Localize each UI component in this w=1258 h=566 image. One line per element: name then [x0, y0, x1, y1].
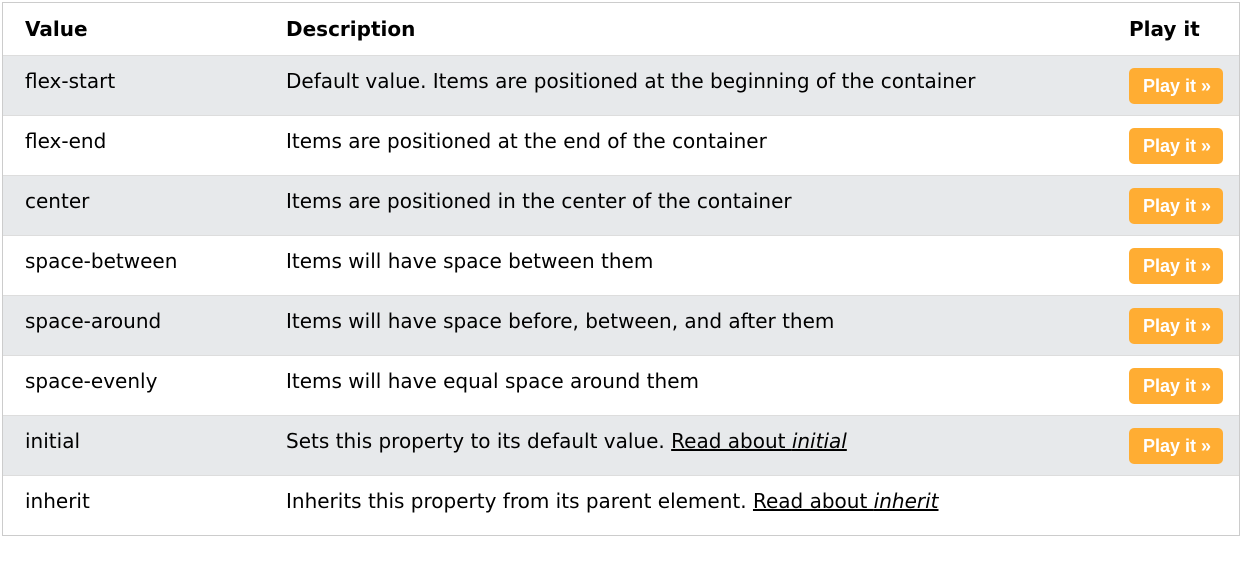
table-row: flex-start Default value. Items are posi…	[3, 55, 1239, 115]
play-it-button[interactable]: Play it »	[1129, 67, 1224, 104]
play-it-button[interactable]: Play it »	[1129, 307, 1224, 344]
row-value: space-between	[3, 235, 264, 295]
row-description: Items will have space between them	[264, 235, 1125, 295]
row-value: space-around	[3, 295, 264, 355]
play-it-button[interactable]: Play it »	[1129, 367, 1224, 404]
table-row: initial Sets this property to its defaul…	[3, 415, 1239, 475]
empty-play-cell	[1125, 475, 1239, 535]
row-value: inherit	[3, 475, 264, 535]
row-value: flex-end	[3, 115, 264, 175]
read-about-link-term: initial	[791, 428, 847, 453]
table-row: flex-end Items are positioned at the end…	[3, 115, 1239, 175]
row-description: Default value. Items are positioned at t…	[264, 55, 1125, 115]
table-row: center Items are positioned in the cente…	[3, 175, 1239, 235]
play-it-button[interactable]: Play it »	[1129, 427, 1224, 464]
row-value: center	[3, 175, 264, 235]
read-about-initial-link[interactable]: Read about initial	[671, 429, 847, 453]
play-it-button[interactable]: Play it »	[1129, 247, 1224, 284]
read-about-link-prefix: Read about	[752, 488, 874, 513]
read-about-inherit-link[interactable]: Read about inherit	[753, 489, 939, 513]
row-description-text: Inherits this property from its parent e…	[286, 488, 747, 513]
table-row: inherit Inherits this property from its …	[3, 475, 1239, 535]
header-description: Description	[286, 17, 416, 41]
read-about-link-term: inherit	[873, 488, 939, 513]
property-values-table-container: Value Description Play it flex-start Def…	[2, 2, 1240, 536]
row-description: Inherits this property from its parent e…	[264, 475, 1125, 535]
table-row: space-evenly Items will have equal space…	[3, 355, 1239, 415]
play-it-button[interactable]: Play it »	[1129, 187, 1224, 224]
table-row: space-around Items will have space befor…	[3, 295, 1239, 355]
property-values-table: Value Description Play it flex-start Def…	[3, 3, 1239, 535]
row-value: flex-start	[3, 55, 264, 115]
read-about-link-prefix: Read about	[671, 428, 792, 453]
table-row: space-between Items will have space betw…	[3, 235, 1239, 295]
row-value: initial	[3, 415, 264, 475]
row-value: space-evenly	[3, 355, 264, 415]
table-header-row: Value Description Play it	[3, 3, 1239, 55]
play-it-button[interactable]: Play it »	[1129, 127, 1224, 164]
row-description-text: Sets this property to its default value.	[286, 428, 665, 453]
row-description: Items will have space before, between, a…	[264, 295, 1125, 355]
header-value: Value	[25, 17, 88, 41]
row-description: Items are positioned in the center of th…	[264, 175, 1125, 235]
row-description: Items are positioned at the end of the c…	[264, 115, 1125, 175]
header-play-it: Play it	[1129, 17, 1200, 41]
row-description: Items will have equal space around them	[264, 355, 1125, 415]
row-description: Sets this property to its default value.…	[264, 415, 1125, 475]
